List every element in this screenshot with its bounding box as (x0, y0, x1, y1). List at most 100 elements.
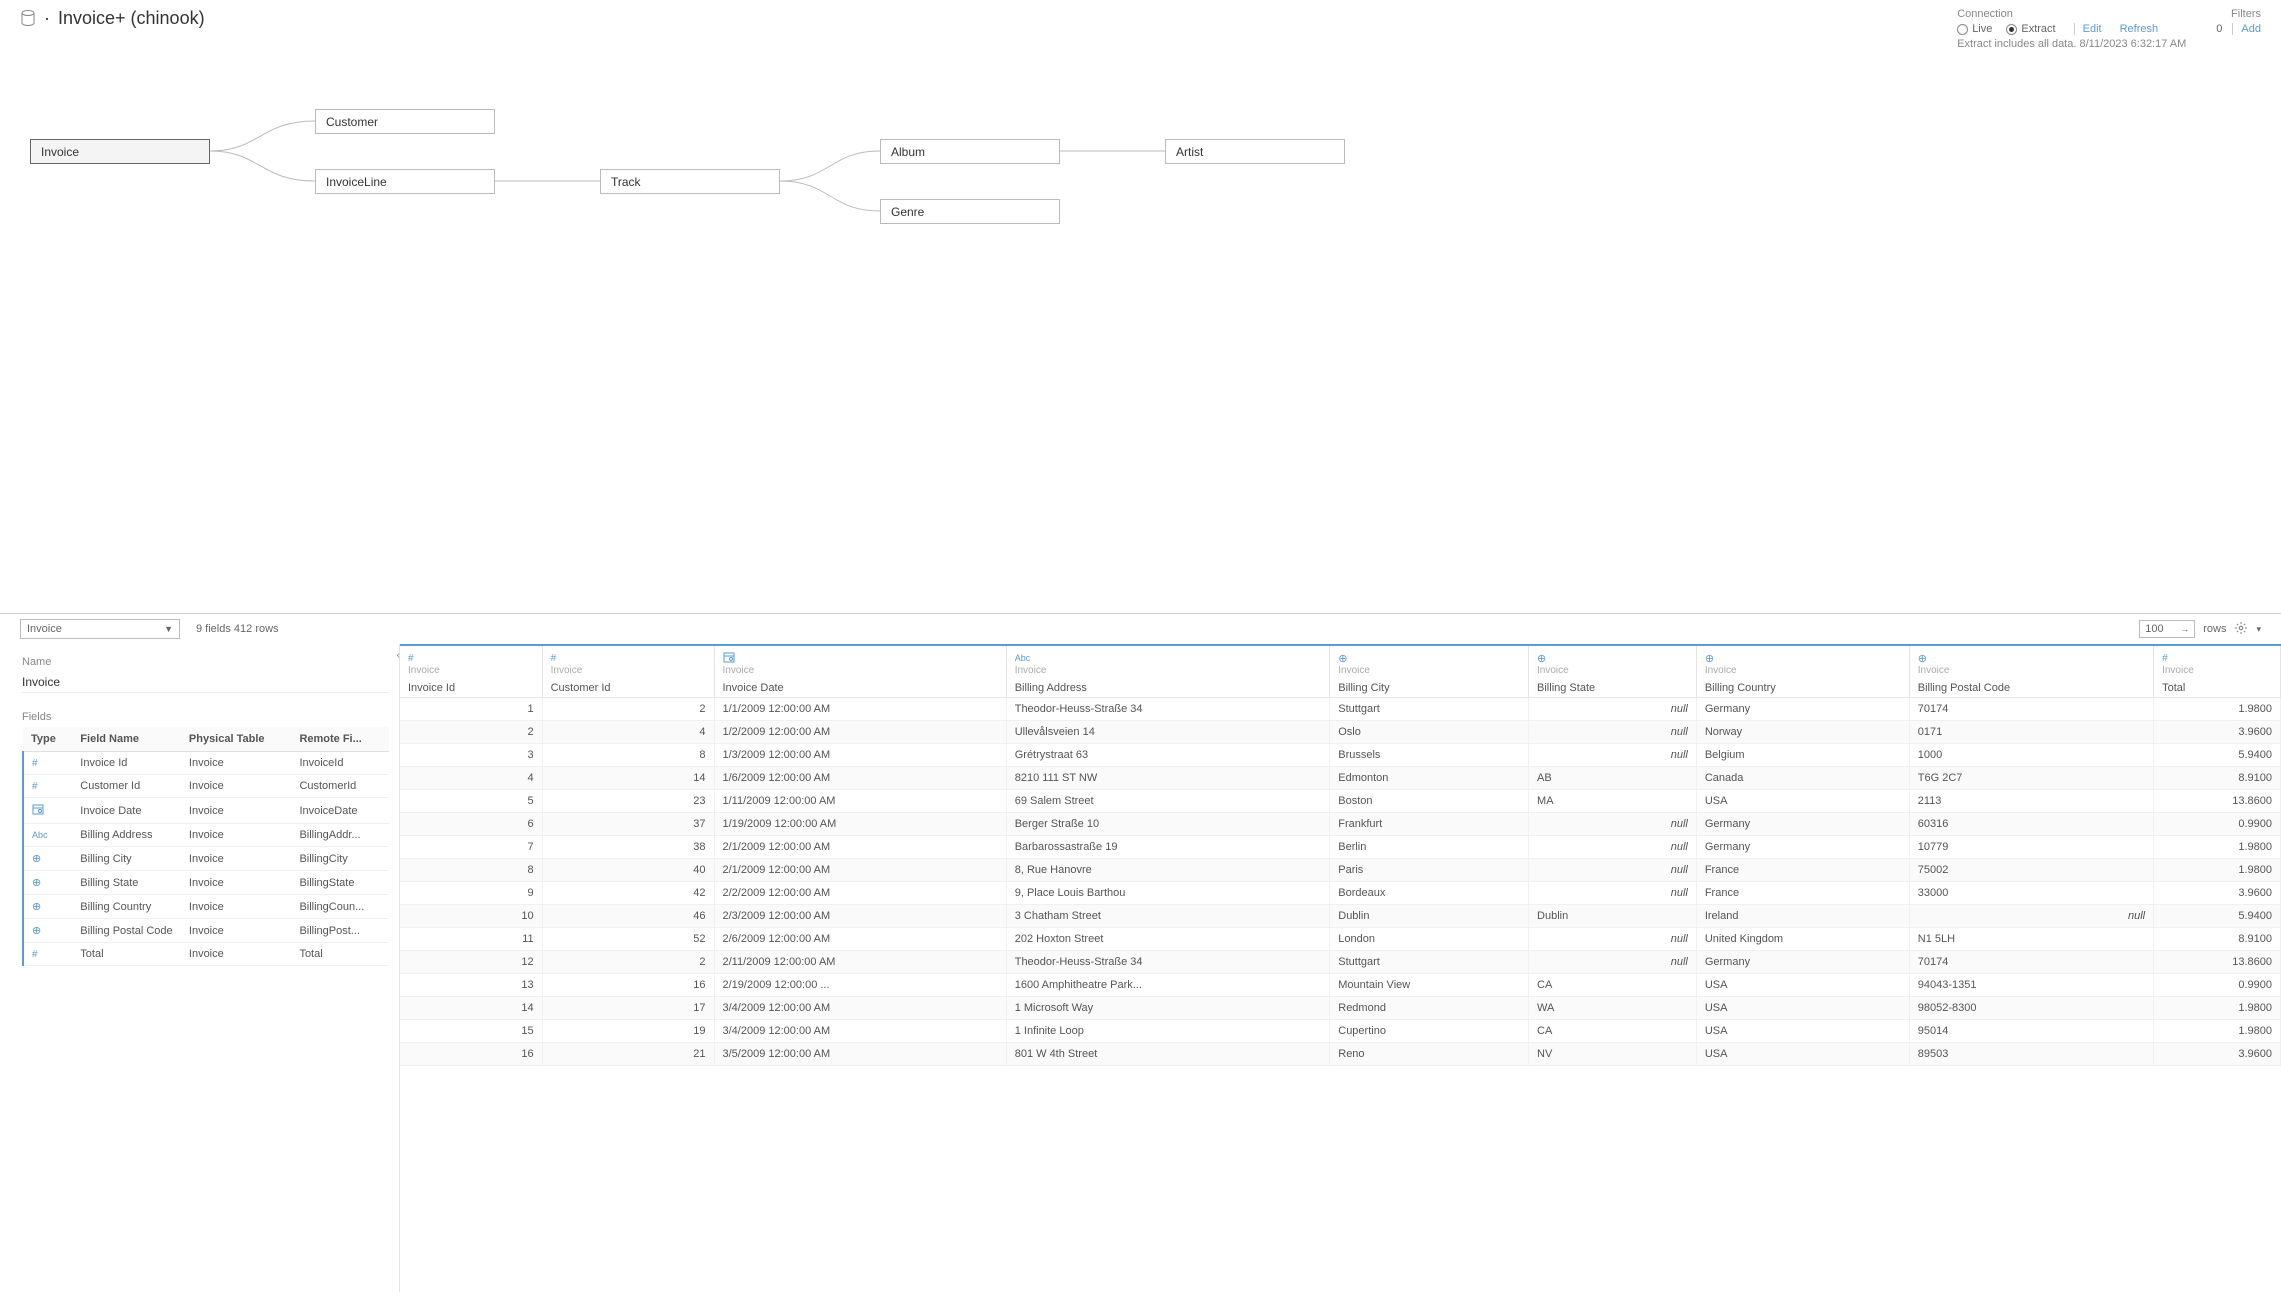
fields-rows-summary: 9 fields 412 rows (196, 623, 279, 635)
grid-column-header[interactable]: ⊕InvoiceBilling Country (1696, 646, 1909, 698)
arrow-right-icon: → (2180, 624, 2189, 634)
fields-table: Type Field Name Physical Table Remote Fi… (22, 727, 389, 966)
grid-row[interactable]: 16213/5/2009 12:00:00 AM801 W 4th Street… (400, 1043, 2281, 1066)
number-type-icon: # (408, 653, 414, 664)
node-track[interactable]: Track (600, 169, 780, 194)
grid-row[interactable]: 14173/4/2009 12:00:00 AM1 Microsoft WayR… (400, 997, 2281, 1020)
grid-column-header[interactable]: #InvoiceInvoice Id (400, 646, 542, 698)
grid-row[interactable]: 9422/2/2009 12:00:00 AM9, Place Louis Ba… (400, 882, 2281, 905)
node-customer[interactable]: Customer (315, 109, 495, 134)
connection-extract-radio[interactable]: Extract (2006, 23, 2055, 35)
grid-row[interactable]: 7382/1/2009 12:00:00 AMBarbarossastraße … (400, 836, 2281, 859)
fields-row[interactable]: ⊕Billing Postal CodeInvoiceBillingPost..… (23, 919, 389, 943)
geo-type-icon: ⊕ (1338, 652, 1347, 665)
date-type-icon (723, 651, 735, 666)
table-selector-value: Invoice (27, 623, 62, 635)
name-input[interactable] (22, 672, 389, 693)
geo-type-icon: ⊕ (32, 901, 41, 913)
node-genre-label: Genre (891, 205, 924, 219)
fields-row[interactable]: #Invoice IdInvoiceInvoiceId (23, 752, 389, 775)
fields-row[interactable]: Invoice DateInvoiceInvoiceDate (23, 798, 389, 824)
rows-limit-input[interactable]: 100 → (2139, 620, 2195, 638)
fields-th-field[interactable]: Field Name (72, 727, 181, 752)
fields-th-remote[interactable]: Remote Fi... (291, 727, 389, 752)
geo-type-icon: ⊕ (1537, 652, 1546, 665)
node-album-label: Album (891, 145, 925, 159)
chevron-down-icon-2[interactable]: ▾ (2256, 624, 2261, 635)
fields-row[interactable]: ⊕Billing CountryInvoiceBillingCoun... (23, 895, 389, 919)
node-artist[interactable]: Artist (1165, 139, 1345, 164)
fields-row[interactable]: #Customer IdInvoiceCustomerId (23, 775, 389, 798)
node-customer-label: Customer (326, 115, 378, 129)
connection-live-radio[interactable]: Live (1957, 23, 1992, 35)
string-type-icon: Abc (1015, 653, 1031, 663)
data-grid: #InvoiceInvoice Id#InvoiceCustomer IdInv… (400, 646, 2281, 1066)
number-type-icon: # (32, 758, 38, 769)
number-type-icon: # (32, 949, 38, 960)
name-label: Name (22, 656, 389, 668)
grid-row[interactable]: 5231/11/2009 12:00:00 AM69 Salem StreetB… (400, 790, 2281, 813)
node-genre[interactable]: Genre (880, 199, 1060, 224)
node-album[interactable]: Album (880, 139, 1060, 164)
connection-live-label: Live (1972, 23, 1992, 35)
grid-column-header[interactable]: ⊕InvoiceBilling City (1330, 646, 1529, 698)
chevron-down-icon: ▼ (164, 624, 173, 634)
edit-link[interactable]: Edit (2074, 23, 2102, 35)
grid-column-header[interactable]: InvoiceInvoice Date (714, 646, 1006, 698)
node-track-label: Track (611, 175, 641, 189)
grid-row[interactable]: 1222/11/2009 12:00:00 AMTheodor-Heuss-St… (400, 951, 2281, 974)
geo-type-icon: ⊕ (32, 853, 41, 865)
grid-row[interactable]: 11522/6/2009 12:00:00 AM202 Hoxton Stree… (400, 928, 2281, 951)
fields-row[interactable]: ⊕Billing CityInvoiceBillingCity (23, 847, 389, 871)
connection-extract-label: Extract (2021, 23, 2055, 35)
settings-gear-icon[interactable] (2234, 621, 2248, 638)
grid-row[interactable]: 121/1/2009 12:00:00 AMTheodor-Heuss-Stra… (400, 698, 2281, 721)
grid-column-header[interactable]: ⊕InvoiceBilling State (1529, 646, 1697, 698)
grid-column-header[interactable]: #InvoiceCustomer Id (542, 646, 714, 698)
filters-count: 0 (2216, 23, 2222, 35)
fields-th-phys[interactable]: Physical Table (181, 727, 292, 752)
grid-row[interactable]: 10462/3/2009 12:00:00 AM3 Chatham Street… (400, 905, 2281, 928)
geo-type-icon: ⊕ (1705, 652, 1714, 665)
node-invoiceline-label: InvoiceLine (326, 175, 387, 189)
fields-row[interactable]: ⊕Billing StateInvoiceBillingState (23, 871, 389, 895)
node-invoiceline[interactable]: InvoiceLine (315, 169, 495, 194)
number-type-icon: # (32, 781, 38, 792)
radio-checked-icon (2006, 24, 2017, 35)
date-type-icon (32, 807, 44, 818)
datasource-icon (20, 9, 36, 29)
grid-row[interactable]: 13162/19/2009 12:00:00 ...1600 Amphithea… (400, 974, 2281, 997)
number-type-icon: # (2162, 653, 2168, 664)
node-invoice-label: Invoice (41, 145, 79, 159)
rows-limit-value: 100 (2145, 623, 2163, 635)
refresh-link[interactable]: Refresh (2120, 23, 2159, 35)
string-type-icon: Abc (32, 830, 48, 840)
fields-th-type[interactable]: Type (23, 727, 72, 752)
grid-row[interactable]: 8402/1/2009 12:00:00 AM8, Rue HanovrePar… (400, 859, 2281, 882)
node-artist-label: Artist (1176, 145, 1203, 159)
geo-type-icon: ⊕ (32, 877, 41, 889)
geo-type-icon: ⊕ (1918, 652, 1927, 665)
rows-label: rows (2203, 623, 2226, 635)
page-title: Invoice+ (chinook) (58, 8, 205, 29)
grid-row[interactable]: 241/2/2009 12:00:00 AMUllevålsveien 14Os… (400, 721, 2281, 744)
grid-column-header[interactable]: #InvoiceTotal (2154, 646, 2281, 698)
node-invoice[interactable]: Invoice (30, 139, 210, 164)
title-dot: · (44, 8, 50, 29)
collapse-panel-icon[interactable]: ‹ (397, 650, 400, 661)
grid-column-header[interactable]: ⊕InvoiceBilling Postal Code (1909, 646, 2153, 698)
relationship-canvas[interactable]: Invoice Customer InvoiceLine Track Album… (0, 54, 2281, 614)
fields-label: Fields (22, 711, 389, 723)
fields-row[interactable]: AbcBilling AddressInvoiceBillingAddr... (23, 824, 389, 847)
table-selector[interactable]: Invoice ▼ (20, 619, 180, 639)
grid-row[interactable]: 15193/4/2009 12:00:00 AM1 Infinite LoopC… (400, 1020, 2281, 1043)
connection-label: Connection (1957, 8, 2186, 20)
fields-row[interactable]: #TotalInvoiceTotal (23, 943, 389, 966)
grid-row[interactable]: 4141/6/2009 12:00:00 AM8210 111 ST NWEdm… (400, 767, 2281, 790)
grid-column-header[interactable]: AbcInvoiceBilling Address (1006, 646, 1330, 698)
filters-label: Filters (2231, 8, 2261, 20)
grid-row[interactable]: 381/3/2009 12:00:00 AMGrétrystraat 63Bru… (400, 744, 2281, 767)
number-type-icon: # (551, 653, 557, 664)
filters-add-link[interactable]: Add (2232, 23, 2261, 35)
grid-row[interactable]: 6371/19/2009 12:00:00 AMBerger Straße 10… (400, 813, 2281, 836)
